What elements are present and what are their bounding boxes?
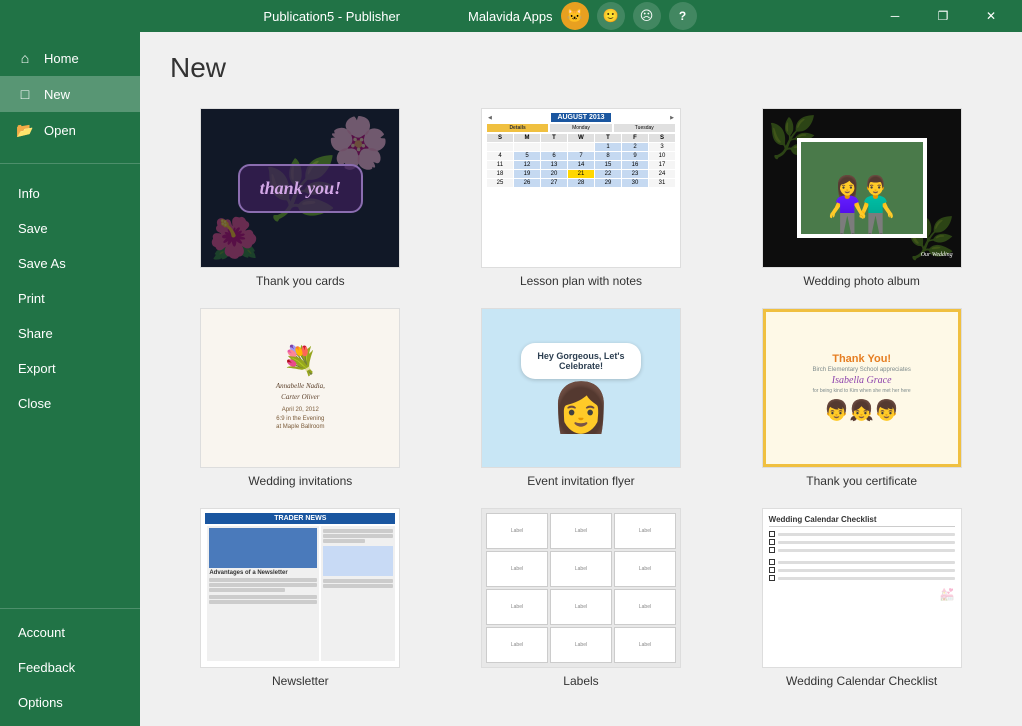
template-thumb-thank-you-cards[interactable]: 🌿 🌸 🌺 thank you! [200,108,400,268]
sidebar-item-home[interactable]: ⌂ Home [0,40,140,76]
malavida-icon[interactable]: 🐱 [561,2,589,30]
sidebar-label-print: Print [18,291,45,306]
template-label-event-flyer: Event invitation flyer [527,474,634,488]
sidebar-item-save-as[interactable]: Save As [0,246,140,281]
cert-reason: for being kind to Kim when she met her h… [813,388,911,394]
template-thumb-wedding-invitations[interactable]: 💐 Annabelle Nadia, Carter Oliver April 2… [200,308,400,468]
template-item-wedding-invitations[interactable]: 💐 Annabelle Nadia, Carter Oliver April 2… [170,308,431,488]
sidebar-label-share: Share [18,326,53,341]
checklist-title: Wedding Calendar Checklist [769,515,955,527]
template-label-thank-you-cert: Thank you certificate [806,474,917,488]
sidebar-label-feedback: Feedback [18,660,75,675]
template-label-wedding-album: Wedding photo album [803,274,920,288]
template-item-thank-you-cards[interactable]: 🌿 🌸 🌺 thank you! Thank you cards [170,108,431,288]
template-label-thank-you-cards: Thank you cards [256,274,345,288]
sidebar-label-open: Open [44,123,76,138]
template-item-newsletter[interactable]: TRADER NEWS Advantages of a Newsletter [170,508,431,688]
close-button[interactable]: ✕ [968,0,1014,32]
template-item-lesson-plan[interactable]: ◀ AUGUST 2013 ▶ Details Monday Tuesday S… [451,108,712,288]
newsletter-subhead: Advantages of a Newsletter [209,570,317,576]
template-item-labels[interactable]: LabelLabelLabel LabelLabelLabel LabelLab… [451,508,712,688]
titlebar: Publication5 - Publisher Malavida Apps 🐱… [0,0,1022,32]
sidebar-item-share[interactable]: Share [0,316,140,351]
template-thumb-event-flyer[interactable]: Hey Gorgeous, Let's Celebrate! 👩 [481,308,681,468]
template-label-newsletter: Newsletter [272,674,329,688]
help-icon[interactable]: ? [669,2,697,30]
template-label-wedding-invitations: Wedding invitations [248,474,352,488]
person-icon: 👩 [551,385,611,433]
sidebar-label-new: New [44,87,70,102]
wedding-caption: Our Wedding [921,252,953,258]
inv-name2: Carter Oliver [281,393,319,401]
kids-icon: 👦👧👦 [824,398,899,423]
cert-name: Isabella Grace [832,375,892,386]
sad-icon[interactable]: ☹ [633,2,661,30]
titlebar-center: Publication5 - Publisher Malavida Apps 🐱… [263,2,696,30]
sidebar-item-save[interactable]: Save [0,211,140,246]
sidebar-label-info: Info [18,186,40,201]
template-label-labels: Labels [563,674,598,688]
home-icon: ⌂ [16,50,34,66]
inv-name1: Annabelle Nadia, [276,382,325,390]
minimize-button[interactable]: ─ [872,0,918,32]
sidebar-item-new[interactable]: □ New [0,76,140,112]
template-thumb-checklist[interactable]: Wedding Calendar Checklist 💒 [762,508,962,668]
new-icon: □ [16,86,34,102]
smiley-icon[interactable]: 🙂 [597,2,625,30]
sidebar-label-save-as: Save As [18,256,66,271]
sidebar-label-save: Save [18,221,48,236]
template-item-checklist[interactable]: Wedding Calendar Checklist 💒 Wedding Cal… [731,508,992,688]
cert-title: Thank You! [832,353,891,365]
restore-button[interactable]: ❐ [920,0,966,32]
template-thumb-labels[interactable]: LabelLabelLabel LabelLabelLabel LabelLab… [481,508,681,668]
page-title: New [170,52,992,84]
sidebar-item-account[interactable]: Account [0,615,140,650]
main-content: New 🌿 🌸 🌺 thank you! [140,32,1022,726]
flowers-icon: 💐 [283,344,318,377]
template-item-thank-you-cert[interactable]: Thank You! Birch Elementary School appre… [731,308,992,488]
sidebar-item-feedback[interactable]: Feedback [0,650,140,685]
template-thumb-thank-you-cert[interactable]: Thank You! Birch Elementary School appre… [762,308,962,468]
template-thumb-lesson-plan[interactable]: ◀ AUGUST 2013 ▶ Details Monday Tuesday S… [481,108,681,268]
open-icon: 📂 [16,122,34,139]
template-thumb-wedding-album[interactable]: 🌿 🌿 👫 Our Wedding [762,108,962,268]
template-label-checklist: Wedding Calendar Checklist [786,674,937,688]
sidebar: ⌂ Home □ New 📂 Open Info Save Save As [0,32,140,726]
template-item-event-flyer[interactable]: Hey Gorgeous, Let's Celebrate! 👩 Event i… [451,308,712,488]
sidebar-item-options[interactable]: Options [0,685,140,720]
malavida-apps-label: Malavida Apps [468,9,553,24]
newsletter-header: TRADER NEWS [205,513,395,524]
template-item-wedding-album[interactable]: 🌿 🌿 👫 Our Wedding Wedding photo album [731,108,992,288]
sidebar-item-close[interactable]: Close [0,386,140,421]
template-label-lesson-plan: Lesson plan with notes [520,274,642,288]
sidebar-label-options: Options [18,695,63,710]
sidebar-label-close: Close [18,396,51,411]
sidebar-item-open[interactable]: 📂 Open [0,112,140,149]
window-controls: ─ ❐ ✕ [872,0,1014,32]
sidebar-label-home: Home [44,51,79,66]
sidebar-item-print[interactable]: Print [0,281,140,316]
event-bubble-text: Hey Gorgeous, Let's Celebrate! [537,351,624,371]
sidebar-label-account: Account [18,625,65,640]
titlebar-title: Publication5 - Publisher [263,9,400,24]
cert-org: Birch Elementary School appreciates [812,367,910,373]
sidebar-label-export: Export [18,361,56,376]
sidebar-item-export[interactable]: Export [0,351,140,386]
template-grid: 🌿 🌸 🌺 thank you! Thank you cards [170,108,992,688]
template-thumb-newsletter[interactable]: TRADER NEWS Advantages of a Newsletter [200,508,400,668]
sidebar-item-info[interactable]: Info [0,176,140,211]
